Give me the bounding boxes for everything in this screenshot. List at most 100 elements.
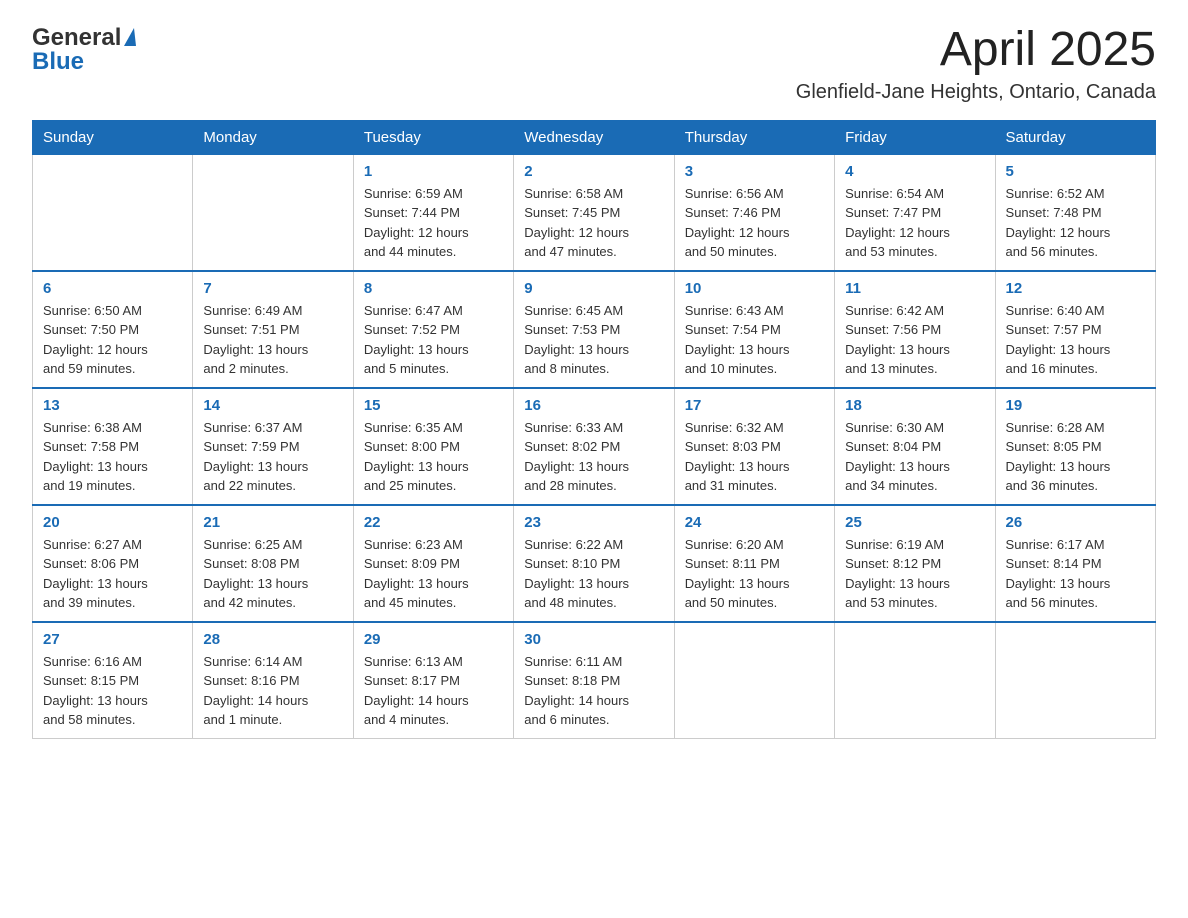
day-info: Sunrise: 6:20 AM Sunset: 8:11 PM Dayligh…	[685, 535, 824, 613]
day-info: Sunrise: 6:54 AM Sunset: 7:47 PM Dayligh…	[845, 184, 984, 262]
weekday-header-thursday: Thursday	[674, 120, 834, 154]
calendar-header: SundayMondayTuesdayWednesdayThursdayFrid…	[33, 120, 1156, 154]
day-number: 29	[364, 631, 503, 648]
weekday-header-sunday: Sunday	[33, 120, 193, 154]
day-info: Sunrise: 6:43 AM Sunset: 7:54 PM Dayligh…	[685, 301, 824, 379]
day-info: Sunrise: 6:30 AM Sunset: 8:04 PM Dayligh…	[845, 418, 984, 496]
day-info: Sunrise: 6:52 AM Sunset: 7:48 PM Dayligh…	[1006, 184, 1145, 262]
weekday-header-friday: Friday	[835, 120, 995, 154]
day-number: 17	[685, 397, 824, 414]
day-number: 12	[1006, 280, 1145, 297]
calendar-cell: 27Sunrise: 6:16 AM Sunset: 8:15 PM Dayli…	[33, 622, 193, 739]
calendar-cell: 24 Sunrise: 6:20 AM Sunset: 8:11 PM Dayli…	[674, 505, 834, 622]
calendar-cell: 1 Sunrise: 6:59 AM Sunset: 7:44 PM Daylig…	[353, 154, 513, 271]
calendar-cell: 16 Sunrise: 6:33 AM Sunset: 8:02 PM Dayli…	[514, 388, 674, 505]
day-info: Sunrise: 6:25 AM Sunset: 8:08 PM Dayligh…	[203, 535, 342, 613]
calendar-cell: 30Sunrise: 6:11 AM Sunset: 8:18 PM Dayli…	[514, 622, 674, 739]
day-number: 22	[364, 514, 503, 531]
calendar-cell: 25 Sunrise: 6:19 AM Sunset: 8:12 PM Dayli…	[835, 505, 995, 622]
month-title: April 2025	[796, 24, 1156, 77]
calendar-body: 1 Sunrise: 6:59 AM Sunset: 7:44 PM Daylig…	[33, 154, 1156, 738]
calendar-week-row: 27Sunrise: 6:16 AM Sunset: 8:15 PM Dayli…	[33, 622, 1156, 739]
calendar-cell: 29 Sunrise: 6:13 AM Sunset: 8:17 PM Dayli…	[353, 622, 513, 739]
day-number: 9	[524, 280, 663, 297]
weekday-header-wednesday: Wednesday	[514, 120, 674, 154]
day-number: 25	[845, 514, 984, 531]
calendar-table: SundayMondayTuesdayWednesdayThursdayFrid…	[32, 120, 1156, 739]
location-title: Glenfield-Jane Heights, Ontario, Canada	[796, 81, 1156, 104]
day-info: Sunrise: 6:16 AM Sunset: 8:15 PM Dayligh…	[43, 652, 182, 730]
day-info: Sunrise: 6:47 AM Sunset: 7:52 PM Dayligh…	[364, 301, 503, 379]
calendar-cell: 19Sunrise: 6:28 AM Sunset: 8:05 PM Dayli…	[995, 388, 1155, 505]
day-number: 10	[685, 280, 824, 297]
calendar-week-row: 6 Sunrise: 6:50 AM Sunset: 7:50 PM Daylig…	[33, 271, 1156, 388]
calendar-week-row: 1 Sunrise: 6:59 AM Sunset: 7:44 PM Daylig…	[33, 154, 1156, 271]
day-info: Sunrise: 6:45 AM Sunset: 7:53 PM Dayligh…	[524, 301, 663, 379]
day-number: 15	[364, 397, 503, 414]
calendar-cell: 3Sunrise: 6:56 AM Sunset: 7:46 PM Daylig…	[674, 154, 834, 271]
day-number: 21	[203, 514, 342, 531]
calendar-cell: 22Sunrise: 6:23 AM Sunset: 8:09 PM Dayli…	[353, 505, 513, 622]
day-info: Sunrise: 6:42 AM Sunset: 7:56 PM Dayligh…	[845, 301, 984, 379]
day-info: Sunrise: 6:35 AM Sunset: 8:00 PM Dayligh…	[364, 418, 503, 496]
day-info: Sunrise: 6:19 AM Sunset: 8:12 PM Dayligh…	[845, 535, 984, 613]
calendar-cell: 21 Sunrise: 6:25 AM Sunset: 8:08 PM Dayli…	[193, 505, 353, 622]
calendar-cell: 28Sunrise: 6:14 AM Sunset: 8:16 PM Dayli…	[193, 622, 353, 739]
calendar-cell: 2Sunrise: 6:58 AM Sunset: 7:45 PM Daylig…	[514, 154, 674, 271]
calendar-cell	[835, 622, 995, 739]
calendar-cell	[674, 622, 834, 739]
day-number: 5	[1006, 163, 1145, 180]
day-number: 16	[524, 397, 663, 414]
day-info: Sunrise: 6:32 AM Sunset: 8:03 PM Dayligh…	[685, 418, 824, 496]
day-number: 13	[43, 397, 182, 414]
day-number: 11	[845, 280, 984, 297]
page-header: General Blue April 2025 Glenfield-Jane H…	[32, 24, 1156, 104]
day-info: Sunrise: 6:17 AM Sunset: 8:14 PM Dayligh…	[1006, 535, 1145, 613]
day-info: Sunrise: 6:27 AM Sunset: 8:06 PM Dayligh…	[43, 535, 182, 613]
day-number: 23	[524, 514, 663, 531]
calendar-week-row: 20 Sunrise: 6:27 AM Sunset: 8:06 PM Dayli…	[33, 505, 1156, 622]
calendar-cell: 20 Sunrise: 6:27 AM Sunset: 8:06 PM Dayli…	[33, 505, 193, 622]
calendar-cell: 13 Sunrise: 6:38 AM Sunset: 7:58 PM Dayli…	[33, 388, 193, 505]
day-number: 2	[524, 163, 663, 180]
day-number: 14	[203, 397, 342, 414]
day-info: Sunrise: 6:37 AM Sunset: 7:59 PM Dayligh…	[203, 418, 342, 496]
day-info: Sunrise: 6:13 AM Sunset: 8:17 PM Dayligh…	[364, 652, 503, 730]
day-number: 28	[203, 631, 342, 648]
calendar-cell: 15 Sunrise: 6:35 AM Sunset: 8:00 PM Dayli…	[353, 388, 513, 505]
day-info: Sunrise: 6:22 AM Sunset: 8:10 PM Dayligh…	[524, 535, 663, 613]
day-info: Sunrise: 6:50 AM Sunset: 7:50 PM Dayligh…	[43, 301, 182, 379]
calendar-cell: 4 Sunrise: 6:54 AM Sunset: 7:47 PM Daylig…	[835, 154, 995, 271]
day-number: 1	[364, 163, 503, 180]
day-number: 7	[203, 280, 342, 297]
day-info: Sunrise: 6:59 AM Sunset: 7:44 PM Dayligh…	[364, 184, 503, 262]
logo-blue: Blue	[32, 48, 136, 76]
calendar-cell: 18 Sunrise: 6:30 AM Sunset: 8:04 PM Dayli…	[835, 388, 995, 505]
logo-wordmark: General Blue	[32, 24, 136, 76]
day-number: 8	[364, 280, 503, 297]
day-number: 24	[685, 514, 824, 531]
logo-triangle-icon	[124, 28, 136, 46]
day-number: 18	[845, 397, 984, 414]
calendar-cell	[995, 622, 1155, 739]
weekday-header-row: SundayMondayTuesdayWednesdayThursdayFrid…	[33, 120, 1156, 154]
calendar-cell: 26 Sunrise: 6:17 AM Sunset: 8:14 PM Dayli…	[995, 505, 1155, 622]
calendar-cell: 12Sunrise: 6:40 AM Sunset: 7:57 PM Dayli…	[995, 271, 1155, 388]
calendar-cell: 9 Sunrise: 6:45 AM Sunset: 7:53 PM Daylig…	[514, 271, 674, 388]
day-number: 4	[845, 163, 984, 180]
calendar-cell: 11 Sunrise: 6:42 AM Sunset: 7:56 PM Dayli…	[835, 271, 995, 388]
calendar-cell: 7 Sunrise: 6:49 AM Sunset: 7:51 PM Daylig…	[193, 271, 353, 388]
day-info: Sunrise: 6:33 AM Sunset: 8:02 PM Dayligh…	[524, 418, 663, 496]
day-number: 3	[685, 163, 824, 180]
calendar-week-row: 13 Sunrise: 6:38 AM Sunset: 7:58 PM Dayli…	[33, 388, 1156, 505]
calendar-cell: 23 Sunrise: 6:22 AM Sunset: 8:10 PM Dayli…	[514, 505, 674, 622]
day-number: 20	[43, 514, 182, 531]
calendar-cell: 8 Sunrise: 6:47 AM Sunset: 7:52 PM Daylig…	[353, 271, 513, 388]
calendar-cell: 5 Sunrise: 6:52 AM Sunset: 7:48 PM Daylig…	[995, 154, 1155, 271]
day-info: Sunrise: 6:38 AM Sunset: 7:58 PM Dayligh…	[43, 418, 182, 496]
day-number: 30	[524, 631, 663, 648]
calendar-cell: 6 Sunrise: 6:50 AM Sunset: 7:50 PM Daylig…	[33, 271, 193, 388]
day-number: 6	[43, 280, 182, 297]
day-number: 26	[1006, 514, 1145, 531]
day-info: Sunrise: 6:49 AM Sunset: 7:51 PM Dayligh…	[203, 301, 342, 379]
